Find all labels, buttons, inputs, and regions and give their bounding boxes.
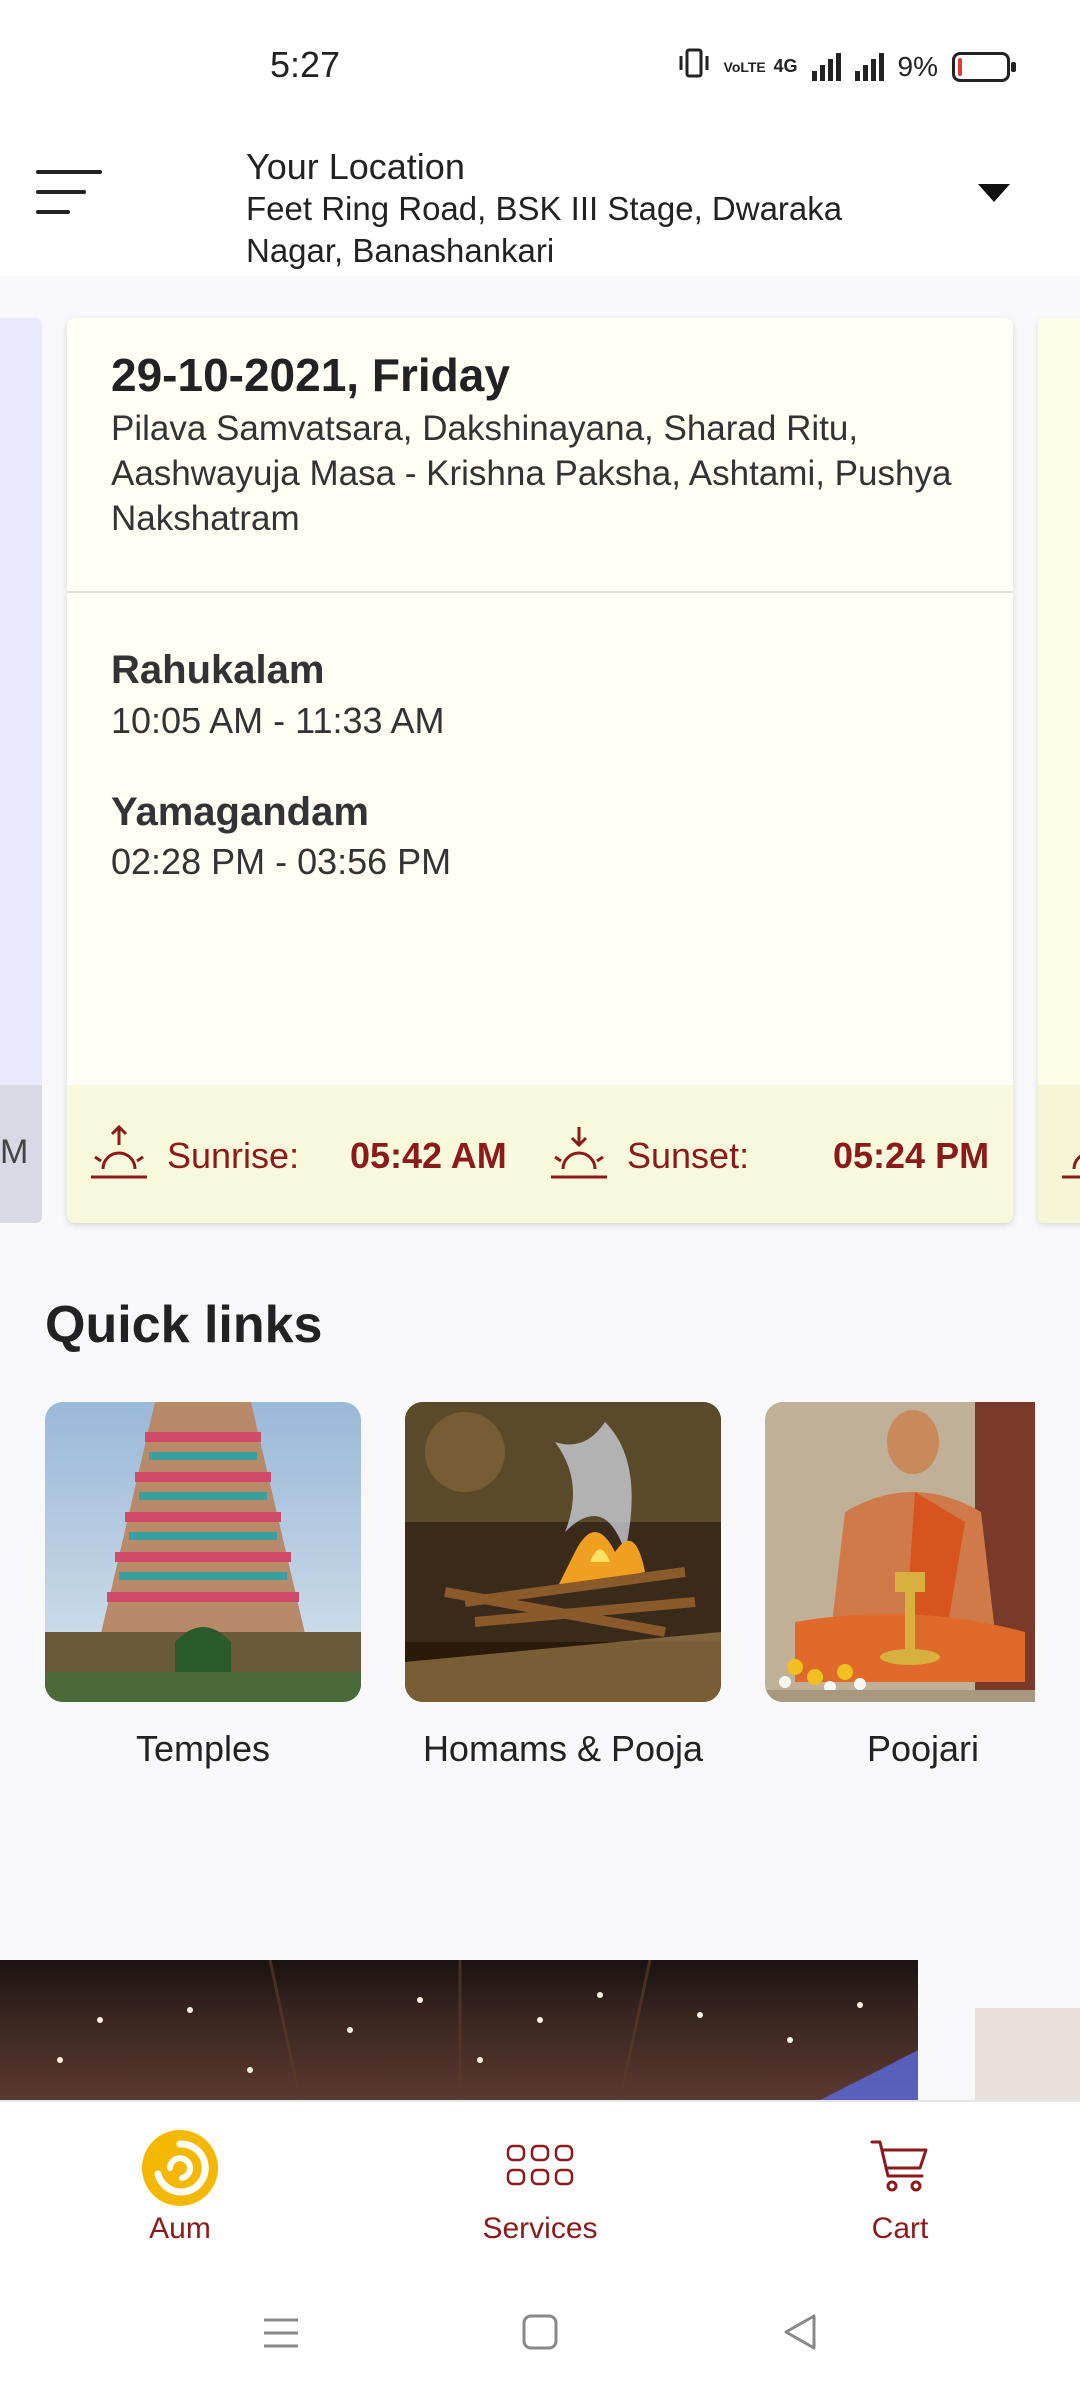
- sunrise-icon: [1062, 1154, 1080, 1179]
- quick-link-poojari[interactable]: Poojari: [765, 1402, 1080, 1769]
- system-navigation-bar: [0, 2268, 1080, 2400]
- next-banner[interactable]: [975, 2008, 1080, 2100]
- location-header: Your Location Feet Ring Road, BSK III St…: [0, 130, 1080, 276]
- menu-button[interactable]: [36, 164, 102, 220]
- bottom-navigation: Aum Services Cart: [0, 2100, 1080, 2268]
- sunset-time: 05:24 PM: [833, 1135, 990, 1176]
- previous-card-footer: M: [0, 1085, 42, 1223]
- homam-image[interactable]: [405, 1402, 721, 1702]
- yamagandam-time: 02:28 PM - 03:56 PM: [111, 841, 452, 882]
- quick-links-title: Quick links: [45, 1296, 323, 1354]
- menu-line: [36, 170, 102, 174]
- status-icons: VoLTE 4G 9%: [678, 48, 1016, 85]
- signal-2-icon: [854, 52, 884, 81]
- cart-icon: [870, 2140, 928, 2192]
- vibrate-icon: [678, 48, 710, 85]
- next-day-card[interactable]: [1038, 318, 1080, 1223]
- panchang-card[interactable]: 29-10-2021, Friday Pilava Samvatsara, Da…: [67, 318, 1013, 1223]
- rahukalam-label: Rahukalam: [111, 648, 325, 692]
- location-address[interactable]: Feet Ring Road, BSK III Stage, Dwaraka N…: [246, 188, 906, 272]
- previous-day-card[interactable]: M: [0, 318, 42, 1223]
- card-divider: [67, 591, 1013, 593]
- sunset-icon: [551, 1127, 607, 1179]
- volte-icon: VoLTE: [723, 58, 766, 75]
- poojari-image[interactable]: [765, 1402, 1035, 1702]
- quick-link-homams-pooja[interactable]: Homams & Pooja: [405, 1402, 721, 1769]
- recents-icon[interactable]: [262, 2314, 300, 2352]
- battery-level: [958, 57, 962, 76]
- menu-line: [36, 190, 86, 194]
- sun-times-footer: Sunrise: 05:42 AM Sunset: 05:24 PM: [67, 1085, 1013, 1223]
- home-icon[interactable]: [521, 2313, 559, 2351]
- next-card-footer: [1038, 1085, 1080, 1223]
- signal-1-icon: [811, 52, 841, 81]
- nav-label: Services: [482, 2212, 598, 2245]
- rahukalam-time: 10:05 AM - 11:33 AM: [111, 700, 445, 741]
- battery-percent: 9%: [897, 50, 938, 82]
- panchang-details: Pilava Samvatsara, Dakshinayana, Sharad …: [111, 409, 952, 538]
- card-date: 29-10-2021, Friday: [111, 349, 510, 401]
- location-title[interactable]: Your Location: [246, 146, 465, 188]
- previous-card-text: M: [0, 1133, 29, 1171]
- menu-line: [36, 210, 70, 214]
- quick-link-label: Poojari: [866, 1728, 980, 1769]
- battery-icon: [952, 51, 1016, 82]
- banner-image: [57, 1960, 918, 2100]
- nav-label: Aum: [149, 2212, 211, 2245]
- nav-cart[interactable]: Cart: [750, 2102, 1050, 2270]
- chevron-down-icon[interactable]: [978, 184, 1010, 202]
- nav-services[interactable]: Services: [390, 2102, 690, 2270]
- sunset-label: Sunset:: [627, 1135, 750, 1176]
- quick-link-label: Homams & Pooja: [422, 1728, 704, 1769]
- quick-link-temples[interactable]: Temples: [45, 1402, 361, 1769]
- nav-label: Cart: [871, 2212, 929, 2245]
- promo-banner[interactable]: [0, 1960, 918, 2100]
- back-icon[interactable]: [780, 2312, 820, 2352]
- yamagandam-label: Yamagandam: [111, 790, 369, 834]
- quick-link-label: Temples: [135, 1728, 271, 1769]
- aum-logo-icon: [142, 2130, 218, 2206]
- nav-aum[interactable]: Aum: [30, 2102, 330, 2270]
- services-grid-icon: [506, 2144, 574, 2186]
- status-bar: 5:27 VoLTE 4G 9%: [0, 0, 1080, 130]
- temples-image[interactable]: [45, 1402, 361, 1702]
- network-type-icon: 4G: [773, 56, 798, 76]
- sunrise-label: Sunrise:: [167, 1135, 300, 1176]
- sunrise-icon: [91, 1124, 147, 1179]
- sunrise-time: 05:42 AM: [350, 1135, 507, 1176]
- status-time: 5:27: [270, 44, 341, 85]
